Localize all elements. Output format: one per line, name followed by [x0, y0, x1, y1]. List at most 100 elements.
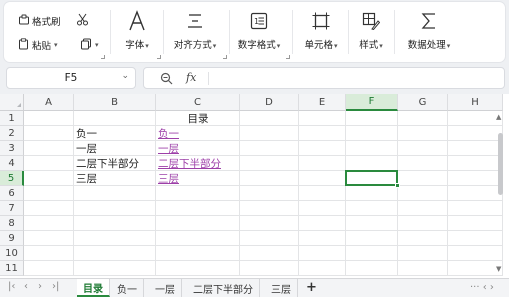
cell-icon	[312, 8, 330, 34]
cells-button[interactable]: 单元格▾	[296, 8, 346, 51]
column-header-g[interactable]: G	[398, 94, 448, 111]
cell-hyperlink-c2[interactable]: 负一	[158, 125, 179, 141]
ribbon-divider	[110, 10, 111, 54]
column-gridline	[298, 111, 299, 276]
paste-label: 粘贴	[32, 41, 52, 52]
paste-icon	[18, 37, 30, 53]
row-gridline	[24, 275, 503, 276]
cell-b2[interactable]: 负一	[76, 125, 97, 141]
sheet-tab-1[interactable]: 目录	[77, 279, 110, 297]
alignment-label: 对齐方式	[173, 40, 212, 51]
tab-menu-icon[interactable]: ··· ‹ ›	[470, 282, 494, 293]
column-header-a[interactable]: A	[24, 94, 74, 111]
fill-handle[interactable]	[395, 183, 400, 188]
cell-c1[interactable]: 目录	[156, 110, 240, 126]
row-header-11[interactable]: 11	[0, 261, 24, 276]
cell-b3[interactable]: 一层	[76, 140, 97, 156]
cell-selection[interactable]	[345, 170, 400, 188]
row-gridline	[24, 245, 503, 246]
group-expand-icon[interactable]	[286, 55, 290, 59]
chevron-down-icon[interactable]: ⌄	[121, 71, 129, 81]
cell-reference: F5	[64, 72, 78, 84]
scrollbar-thumb[interactable]	[498, 133, 503, 195]
ribbon-divider	[292, 10, 293, 54]
column-header-h[interactable]: H	[448, 94, 503, 111]
cell-b4[interactable]: 二层下半部分	[76, 155, 139, 171]
name-box[interactable]: F5 ⌄	[6, 67, 136, 89]
cell-hyperlink-c3[interactable]: 一层	[158, 140, 179, 156]
data-processing-label: 数据处理	[407, 40, 446, 51]
formula-bar[interactable]: fx	[143, 67, 505, 89]
format-painter-button[interactable]: 格式刷	[18, 13, 61, 29]
row-gridline	[24, 215, 503, 216]
chevron-down-icon: ▾	[334, 42, 338, 50]
number-format-button[interactable]: 1 数字格式▾	[231, 8, 287, 51]
column-header-b[interactable]: B	[74, 94, 156, 111]
paste-button[interactable]: 粘贴 ▾	[18, 37, 58, 53]
column-gridline	[155, 111, 156, 276]
select-all-corner[interactable]	[0, 94, 24, 111]
row-header-5[interactable]: 5	[0, 171, 24, 186]
sheet-tab-4[interactable]: 二层下半部分	[187, 279, 260, 297]
chevron-down-icon: ▾	[379, 42, 383, 50]
column-header-d[interactable]: D	[240, 94, 299, 111]
row-header-9[interactable]: 9	[0, 231, 24, 246]
sheet-tab-2[interactable]: 负一	[111, 279, 144, 297]
scroll-up-icon[interactable]: ▲	[496, 113, 501, 121]
row-header-10[interactable]: 10	[0, 246, 24, 261]
data-processing-button[interactable]: 数据处理▾	[400, 8, 458, 51]
sheet-tab-3[interactable]: 一层	[149, 279, 182, 297]
cell-hyperlink-c5[interactable]: 三层	[158, 170, 179, 186]
add-sheet-icon[interactable]: +	[306, 280, 317, 295]
spreadsheet-window: 格式刷 粘贴 ▾ ▾ 字体▾ 对齐方式▾ 1 数字格式▾ 单元格▾ 样式▾ 数据…	[0, 0, 509, 297]
sheet-tab-bar: |‹ ‹ › ›| 目录 负一 一层 二层下半部分 三层 + ··· ‹ ›	[0, 278, 509, 297]
format-painter-label: 格式刷	[32, 17, 61, 28]
styles-label: 样式	[359, 40, 379, 51]
row-gridline	[24, 230, 503, 231]
vertical-scrollbar[interactable]: ▲ ▼	[494, 111, 507, 278]
cell-b5[interactable]: 三层	[76, 170, 97, 186]
zoom-icon[interactable]	[160, 72, 173, 88]
chevron-down-icon: ▾	[212, 42, 217, 50]
cut-button[interactable]	[76, 13, 89, 29]
chevron-down-icon: ▾	[54, 41, 58, 49]
spreadsheet-grid[interactable]: ABCDEFGH 1 2 3 4 5 6 7 8 9 10 11 目录 负一 负一 一层 一层 二层下半部分 二…	[0, 94, 509, 278]
row-header-3[interactable]: 3	[0, 141, 24, 156]
cell-hyperlink-c4[interactable]: 二层下半部分	[158, 155, 221, 171]
row-gridline	[24, 200, 503, 201]
font-button[interactable]: 字体▾	[114, 8, 160, 51]
column-header-e[interactable]: E	[299, 94, 346, 111]
alignment-button[interactable]: 对齐方式▾	[166, 8, 224, 51]
column-gridline	[397, 111, 398, 276]
group-expand-icon[interactable]	[157, 55, 161, 59]
chevron-down-icon: ▾	[145, 42, 149, 50]
styles-button[interactable]: 样式▾	[351, 8, 391, 51]
sheet-tab-5[interactable]: 三层	[265, 279, 298, 297]
ribbon-toolbar: 格式刷 粘贴 ▾ ▾ 字体▾ 对齐方式▾ 1 数字格式▾ 单元格▾ 样式▾ 数据…	[4, 2, 505, 62]
column-header-c[interactable]: C	[156, 94, 240, 111]
ribbon-divider	[229, 10, 230, 54]
styles-icon	[362, 8, 380, 34]
previous-sheet-icon[interactable]: ‹	[24, 281, 28, 292]
row-header-2[interactable]: 2	[0, 126, 24, 141]
font-icon	[127, 8, 147, 34]
fx-icon[interactable]: fx	[186, 71, 196, 84]
group-expand-icon[interactable]	[223, 55, 227, 59]
row-header-4[interactable]: 4	[0, 156, 24, 171]
group-expand-icon[interactable]	[101, 55, 105, 59]
scroll-down-icon[interactable]: ▼	[496, 265, 501, 273]
column-header-f[interactable]: F	[346, 94, 398, 111]
first-sheet-icon[interactable]: |‹	[8, 281, 15, 292]
row-gridline	[24, 260, 503, 261]
next-sheet-icon[interactable]: ›	[38, 281, 42, 292]
number-format-icon: 1	[250, 8, 268, 34]
row-header-6[interactable]: 6	[0, 186, 24, 201]
column-gridline	[447, 111, 448, 276]
row-header-8[interactable]: 8	[0, 216, 24, 231]
copy-button[interactable]: ▾	[80, 37, 99, 53]
row-header-7[interactable]: 7	[0, 201, 24, 216]
sigma-icon	[421, 8, 437, 34]
last-sheet-icon[interactable]: ›|	[52, 281, 59, 292]
row-header-1[interactable]: 1	[0, 111, 24, 126]
chevron-down-icon: ▾	[446, 42, 451, 50]
